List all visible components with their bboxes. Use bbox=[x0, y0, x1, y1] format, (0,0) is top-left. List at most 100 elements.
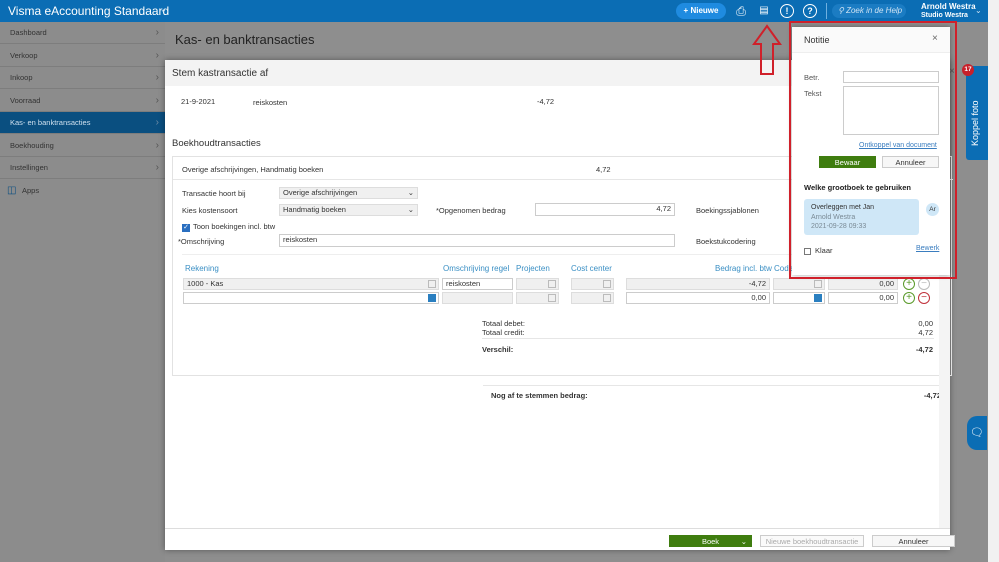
bedrag-input[interactable]: 0,00 bbox=[626, 292, 770, 304]
toon-btw-checkbox[interactable]: ✓ Toon boekingen incl. btw bbox=[182, 222, 275, 232]
chevron-right-icon: › bbox=[155, 162, 159, 173]
koppel-foto-tab[interactable]: Koppel foto bbox=[966, 66, 988, 160]
chevron-right-icon: › bbox=[155, 27, 159, 38]
add-row-icon[interactable]: + bbox=[903, 292, 915, 304]
chevron-down-icon[interactable]: ⌄ bbox=[160, 5, 167, 14]
lookup-icon bbox=[603, 294, 611, 302]
divider bbox=[482, 338, 934, 339]
projecten-input bbox=[516, 278, 559, 290]
remaining-label: Nog af te stemmen bedrag: bbox=[491, 391, 588, 400]
kostensoort-select[interactable]: Handmatig boeken ⌄ bbox=[279, 204, 418, 216]
tx-description: reiskosten bbox=[253, 98, 288, 107]
sjablonen-label: Boekingssjablonen bbox=[696, 206, 759, 215]
modal-footer: Boek ⌄ Nieuwe boekhoudtransactie Annuleer bbox=[165, 528, 955, 550]
opgenomen-input[interactable]: 4,72 bbox=[535, 203, 675, 216]
btw-input[interactable]: 0,00 bbox=[828, 292, 898, 304]
col-projecten: Projecten bbox=[516, 264, 550, 273]
search-icon: ⚲ bbox=[838, 6, 847, 15]
transactie-label: Transactie hoort bij bbox=[182, 189, 246, 198]
koppel-foto-label: Koppel foto bbox=[970, 100, 980, 146]
summary-label: Overige afschrijvingen, Handmatig boeken bbox=[182, 165, 324, 174]
verschil-label: Verschil: bbox=[482, 345, 514, 354]
omschrijving-regel-input[interactable]: reiskosten bbox=[442, 278, 513, 290]
sidebar-item-inkoop[interactable]: Inkoop › bbox=[0, 67, 165, 89]
help-icon[interactable]: ? bbox=[803, 4, 817, 18]
sidebar-item-apps[interactable]: ◫ Apps bbox=[0, 180, 165, 202]
costcenter-input bbox=[571, 292, 614, 304]
chat-icon[interactable]: 🗨 bbox=[967, 416, 987, 450]
col-rekening: Rekening bbox=[185, 264, 219, 273]
kostensoort-label: Kies kostensoort bbox=[182, 206, 238, 215]
chevron-down-icon[interactable]: ⌄ bbox=[975, 6, 982, 15]
btw-input: 0,00 bbox=[828, 278, 898, 290]
lookup-icon bbox=[603, 280, 611, 288]
lookup-icon bbox=[428, 280, 436, 288]
remove-row-icon: − bbox=[918, 278, 930, 290]
sidebar-item-voorraad[interactable]: Voorraad › bbox=[0, 90, 165, 112]
alert-icon[interactable]: ! bbox=[780, 4, 794, 18]
totaal-credit: 4,72 bbox=[918, 328, 933, 337]
nieuwe-transactie-button: Nieuwe boekhoudtransactie bbox=[760, 535, 864, 547]
new-button[interactable]: + Nieuwe bbox=[676, 3, 726, 19]
summary-amount: 4,72 bbox=[596, 165, 611, 174]
rekening-input[interactable] bbox=[183, 292, 439, 304]
totaal-debet-label: Totaal debet: bbox=[482, 319, 525, 328]
chevron-right-icon: › bbox=[155, 140, 159, 151]
page-scrollbar[interactable] bbox=[988, 0, 999, 562]
sidebar: Dashboard › Verkoop › Inkoop › Voorraad › Ka… bbox=[0, 22, 165, 562]
divider bbox=[826, 3, 827, 19]
annuleer-button[interactable]: Annuleer bbox=[872, 535, 955, 547]
transactie-select[interactable]: Overige afschrijvingen ⌄ bbox=[279, 187, 418, 199]
page-title: Kas- en banktransacties bbox=[175, 32, 315, 47]
chevron-down-icon: ⌄ bbox=[407, 205, 414, 214]
app-title[interactable]: Visma eAccounting Standaard bbox=[8, 4, 169, 18]
chevron-down-icon: ⌄ bbox=[407, 188, 414, 197]
note-icon[interactable]: ▤ bbox=[756, 3, 772, 19]
chevron-down-icon[interactable]: ⌄ bbox=[741, 536, 747, 547]
code-input[interactable] bbox=[773, 292, 825, 304]
chevron-right-icon: › bbox=[155, 117, 159, 128]
sidebar-item-dashboard[interactable]: Dashboard › bbox=[0, 22, 165, 44]
omschrijving-regel-input bbox=[442, 292, 513, 304]
sidebar-item-instellingen[interactable]: Instellingen › bbox=[0, 157, 165, 179]
opgenomen-label: *Opgenomen bedrag bbox=[436, 206, 506, 215]
bedrag-input: -4,72 bbox=[626, 278, 770, 290]
chevron-right-icon: › bbox=[155, 95, 159, 106]
col-costcenter: Cost center bbox=[571, 264, 612, 273]
add-row-icon[interactable]: + bbox=[903, 278, 915, 290]
lookup-icon[interactable] bbox=[814, 294, 822, 302]
verschil: -4,72 bbox=[915, 345, 933, 354]
codering-label: Boekstukcodering bbox=[696, 237, 756, 246]
lookup-icon bbox=[814, 280, 822, 288]
user-menu[interactable]: Arnold Westra Studio Westra bbox=[921, 2, 976, 20]
chevron-right-icon: › bbox=[155, 50, 159, 61]
help-search-input[interactable]: ⚲ Zoek in de Help bbox=[832, 4, 906, 18]
lookup-icon bbox=[548, 294, 556, 302]
basket-icon: ◫ bbox=[7, 185, 17, 196]
costcenter-input bbox=[571, 278, 614, 290]
print-icon[interactable]: ⎙ bbox=[733, 3, 749, 19]
totaal-credit-label: Totaal credit: bbox=[482, 328, 525, 337]
rekening-input: 1000 - Kas bbox=[183, 278, 439, 290]
chevron-right-icon: › bbox=[155, 72, 159, 83]
lookup-icon bbox=[548, 280, 556, 288]
top-bar: Visma eAccounting Standaard ⌄ + Nieuwe ⎙… bbox=[0, 0, 999, 22]
sidebar-item-boekhouding[interactable]: Boekhouding › bbox=[0, 135, 165, 157]
remaining-value: -4,72 bbox=[923, 391, 941, 400]
checkbox-checked-icon: ✓ bbox=[182, 224, 190, 232]
tx-amount: -4,72 bbox=[537, 97, 555, 106]
red-arrow-annotation bbox=[752, 24, 782, 76]
remove-row-icon[interactable]: − bbox=[918, 292, 930, 304]
sidebar-item-kas-bank[interactable]: Kas- en banktransacties › bbox=[0, 112, 165, 134]
lookup-icon[interactable] bbox=[428, 294, 436, 302]
notification-badge: 17 bbox=[962, 64, 974, 76]
sidebar-item-verkoop[interactable]: Verkoop › bbox=[0, 45, 165, 67]
omschrijving-input[interactable]: reiskosten bbox=[279, 234, 675, 247]
divider bbox=[483, 385, 943, 386]
omschrijving-label: *Omschrijving bbox=[178, 237, 225, 246]
boek-button[interactable]: Boek ⌄ bbox=[669, 535, 752, 547]
projecten-input bbox=[516, 292, 559, 304]
tx-date: 21-9-2021 bbox=[181, 97, 216, 106]
totaal-debet: 0,00 bbox=[918, 319, 933, 328]
section-title: Boekhoudtransacties bbox=[172, 138, 261, 149]
